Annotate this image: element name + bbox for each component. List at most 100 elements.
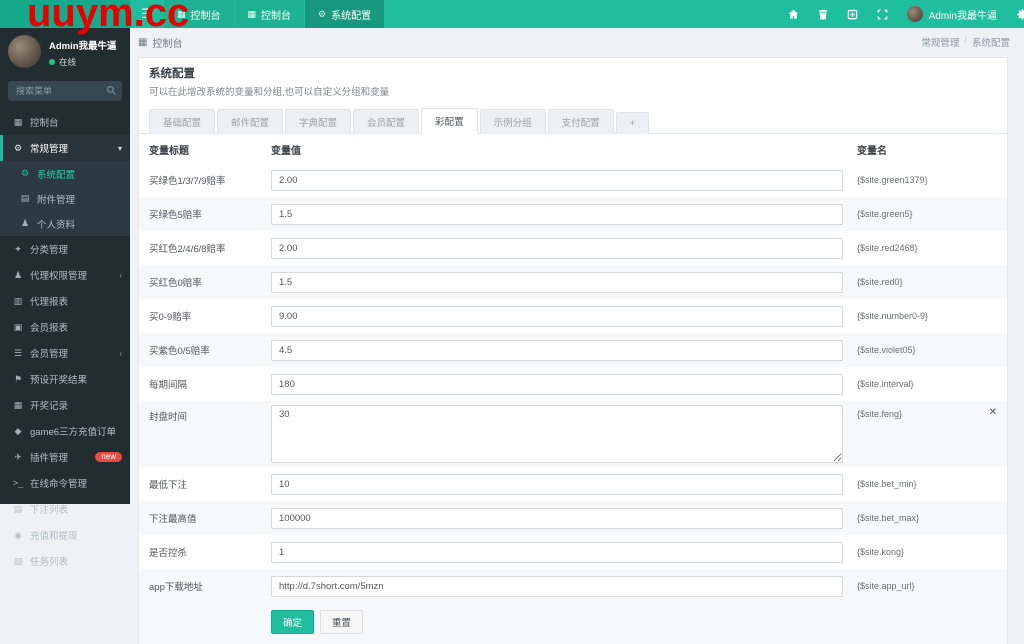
variable-title: 最低下注 <box>149 480 188 491</box>
config-tab[interactable]: 字典配置 <box>285 109 352 134</box>
variable-name: {$site.app_url} <box>857 580 915 591</box>
fullscreen-icon[interactable] <box>877 9 888 20</box>
sidebar-item[interactable]: ♟ 个人资料 <box>0 211 130 236</box>
chevron-icon: ▾ <box>117 143 122 153</box>
sidebar-item[interactable]: ▤ 附件管理 <box>0 186 130 211</box>
topbar-tab[interactable]: ▦ 控制台 <box>234 0 305 28</box>
sidebar-item-label: game6三方充值订单 <box>30 427 117 438</box>
user-menu[interactable]: Admin我最牛逼 <box>906 6 997 22</box>
variable-table: 买绿色1/3/7/9赔率 2.00 {$site.green1379} ✕ 买绿… <box>139 163 1007 603</box>
sidebar-item-label: 会员报表 <box>30 323 69 334</box>
table-row: 是否控杀 1 {$site.kong} ✕ <box>139 535 1007 569</box>
gear-icon: ⚙ <box>20 168 30 178</box>
config-tab[interactable]: 彩配置 <box>421 108 478 134</box>
submit-button[interactable]: 确定 <box>271 610 315 634</box>
topbar-tab[interactable]: ⚙ 系统配置 <box>305 0 385 28</box>
variable-value-input[interactable] <box>271 237 843 259</box>
home-icon[interactable] <box>788 9 799 20</box>
table-row: 封盘时间 30 {$site.feng} ✕ <box>139 401 1007 467</box>
sidebar-item[interactable]: ▧ 任务列表 <box>0 548 130 574</box>
variable-value-input[interactable] <box>271 541 843 563</box>
variable-title: app下载地址 <box>149 582 203 593</box>
user-icon: ♟ <box>20 218 30 228</box>
sidebar-item[interactable]: ✈ 插件管理 new <box>0 444 130 470</box>
user-name: Admin我最牛逼 <box>928 10 997 22</box>
sidebar-item[interactable]: ⚑ 预设开奖结果 <box>0 366 130 392</box>
leaf-icon: ✦ <box>14 243 22 254</box>
config-tab[interactable]: + <box>615 112 650 134</box>
breadcrumb-page[interactable]: 系统配置 <box>972 35 1010 49</box>
sidebar-toggle-icon[interactable]: ☰ <box>130 0 164 28</box>
sidebar-item[interactable]: ◆ game6三方充值订单 <box>0 418 130 444</box>
dashboard-icon: ▦ <box>13 116 23 127</box>
variable-title: 买紫色0/5赔率 <box>149 346 210 357</box>
config-tab[interactable]: 邮件配置 <box>217 109 284 134</box>
breadcrumb-left-label[interactable]: 控制台 <box>152 35 182 50</box>
variable-name: {$site.red0} <box>857 276 903 287</box>
sidebar-item[interactable]: ⚙ 常规管理 ▾ <box>0 135 130 161</box>
sidebar-item[interactable]: ♟ 代理权限管理 ‹ <box>0 262 130 288</box>
variable-value-input[interactable] <box>271 473 843 495</box>
sidebar-item[interactable]: ▦ 开奖记录 <box>0 392 130 418</box>
config-tabs: 基础配置 邮件配置 字典配置 会员配置 彩配置 示例分组 支付配置 + <box>139 102 1007 134</box>
topbar: ☰ ▦ 控制台 ▦ 控制台 ⚙ 系统配置 Admin我最牛逼 <box>0 0 1024 28</box>
sidebar-item-label: 常规管理 <box>30 144 69 155</box>
topbar-tab[interactable]: ▦ 控制台 <box>164 0 234 28</box>
online-dot-icon <box>49 59 55 65</box>
book-icon: ▥ <box>13 295 23 306</box>
sidebar-item[interactable]: ▥ 代理报表 <box>0 288 130 314</box>
sidebar-item-label: 附件管理 <box>37 194 76 206</box>
app-logo <box>0 0 130 28</box>
sidebar-item-label: 插件管理 <box>30 453 69 464</box>
config-tab[interactable]: 基础配置 <box>149 109 216 134</box>
col-header-title: 变量标题 <box>149 146 189 157</box>
variable-value-input[interactable] <box>271 507 843 529</box>
table-row: 买0-9赔率 9.00 {$site.number0-9} ✕ <box>139 299 1007 333</box>
breadcrumb-group[interactable]: 常规管理 <box>921 35 959 49</box>
variable-value-input[interactable] <box>271 373 843 395</box>
sidebar-menu: ▦ 控制台 ⚙ 常规管理 ▾ ⚙ 系统配置 ▤ 附件管理 ♟ 个人资料 ✦ 分类… <box>0 109 130 574</box>
variable-value-input[interactable] <box>271 203 843 225</box>
gear-icon[interactable] <box>1016 8 1024 21</box>
variable-value-input[interactable] <box>271 575 843 597</box>
variable-value-input[interactable] <box>271 305 843 327</box>
sidebar-item[interactable]: ✦ 分类管理 <box>0 236 130 262</box>
remove-variable-icon[interactable]: ✕ <box>989 407 997 418</box>
reset-button[interactable]: 重置 <box>320 610 364 634</box>
flag-icon: ⚑ <box>13 373 23 384</box>
config-tab[interactable]: 示例分组 <box>479 109 546 134</box>
sidebar-item[interactable]: ⚙ 系统配置 <box>0 161 130 186</box>
paper-plane-icon: ✈ <box>14 451 22 462</box>
variable-value-input[interactable] <box>271 169 843 191</box>
variable-name: {$site.bet_max} <box>857 512 920 523</box>
sidebar: Admin我最牛逼 在线 ▦ 控制台 ⚙ 常规管理 ▾ <box>0 28 130 568</box>
sidebar-item[interactable]: ▦ 控制台 <box>0 109 130 135</box>
avatar <box>8 35 41 68</box>
variable-title: 买绿色5赔率 <box>149 210 202 221</box>
sidebar-item[interactable]: ▤ 下注列表 <box>0 496 130 522</box>
sidebar-item[interactable]: ▣ 会员报表 <box>0 314 130 340</box>
table-row: 买绿色5赔率 1.5 {$site.green5} ✕ <box>139 197 1007 231</box>
refresh-icon[interactable] <box>847 9 858 20</box>
variable-name: {$site.number0-9} <box>857 310 929 321</box>
sidebar-item[interactable]: ◉ 充值和提现 <box>0 522 130 548</box>
trash-icon[interactable] <box>818 9 828 20</box>
variable-value-textarea[interactable]: 30 <box>271 405 843 463</box>
calendar-icon: ▦ <box>13 399 23 410</box>
variable-value-input[interactable] <box>271 339 843 361</box>
form-actions: 确定 重置 <box>139 603 1007 644</box>
sidebar-item-label: 会员管理 <box>30 349 69 360</box>
variable-value-input[interactable] <box>271 271 843 293</box>
topbar-tab-label: 控制台 <box>190 10 221 22</box>
variable-title: 买绿色1/3/7/9赔率 <box>149 176 226 187</box>
search-input[interactable] <box>8 81 122 101</box>
table-row: 每期间隔 180 {$site.interval} ✕ <box>139 367 1007 401</box>
config-tab[interactable]: 会员配置 <box>353 109 420 134</box>
dashboard-icon: ▦ <box>138 36 148 48</box>
sidebar-item[interactable]: ☰ 会员管理 ‹ <box>0 340 130 366</box>
config-tab[interactable]: 支付配置 <box>547 109 614 134</box>
table-row: 买红色2/4/6/8赔率 2.00 {$site.red2468} ✕ <box>139 231 1007 265</box>
dashboard-icon: ▦ <box>177 8 186 19</box>
sidebar-item[interactable]: >_ 在线命令管理 <box>0 470 130 496</box>
sidebar-item-label: 开奖记录 <box>30 401 69 412</box>
